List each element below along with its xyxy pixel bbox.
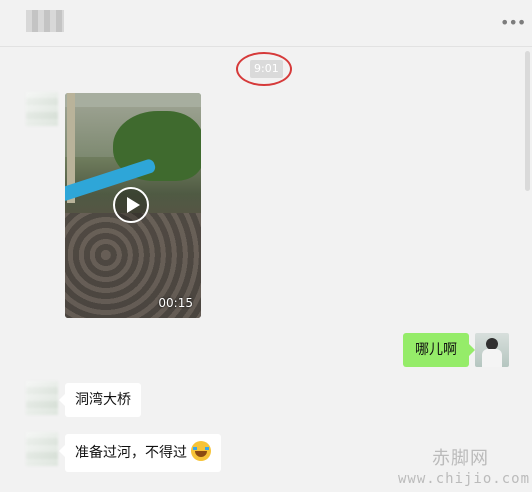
contact-name[interactable] (26, 10, 64, 32)
contact-message-bubble[interactable]: 洞湾大桥 (59, 383, 141, 417)
watermark-site-name: 赤脚网 (432, 448, 489, 469)
message-text: 准备过河，不得过 (75, 445, 187, 461)
contact-message-bubble[interactable]: 准备过河，不得过 (59, 434, 221, 472)
my-message-bubble[interactable]: 哪儿啊 (403, 333, 475, 367)
watermark-url: www.chijio.com (398, 471, 531, 487)
contact-avatar[interactable] (26, 92, 58, 126)
contact-avatar[interactable] (26, 432, 58, 466)
avatar-body (482, 349, 502, 367)
timestamp-label: 9:01 (250, 60, 283, 78)
video-duration: 00:15 (158, 296, 193, 310)
timestamp-highlight-circle: 9:01 (236, 52, 292, 86)
play-icon[interactable] (113, 187, 149, 223)
video-message[interactable]: 00:15 (65, 93, 201, 318)
contact-avatar[interactable] (26, 381, 58, 415)
message-text: 哪儿啊 (415, 342, 457, 358)
chat-header: ••• (0, 0, 532, 47)
laugh-cry-emoji-icon (191, 441, 211, 461)
my-avatar[interactable] (475, 333, 509, 367)
message-text: 洞湾大桥 (75, 392, 131, 408)
more-icon[interactable]: ••• (500, 14, 526, 32)
scrollbar[interactable] (524, 47, 532, 492)
scroll-thumb[interactable] (525, 51, 530, 191)
